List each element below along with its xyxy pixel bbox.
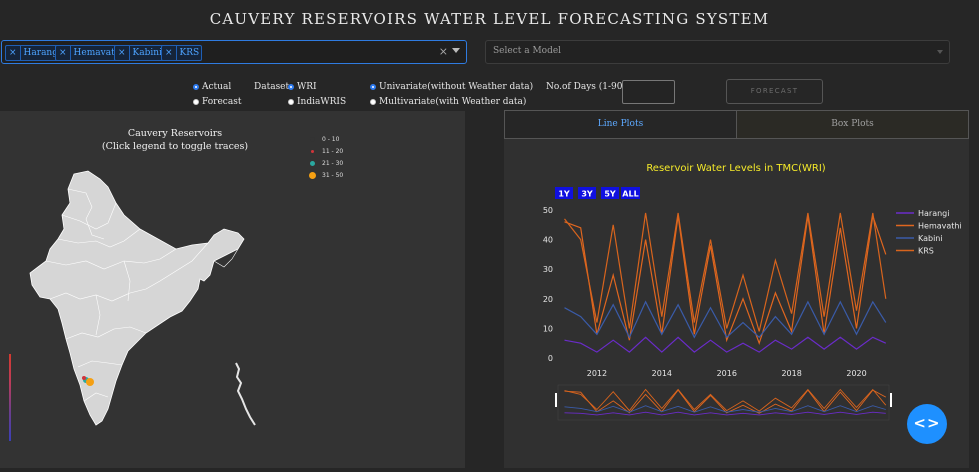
remove-chip-icon[interactable]: × (162, 46, 177, 60)
radio-wri-dot[interactable] (288, 84, 294, 90)
slider-series-harangi (564, 411, 886, 416)
water-level-chart[interactable]: Reservoir Water Levels in TMC(WRI) 1Y 3Y 5… (504, 139, 969, 468)
y-tick-label: 50 (543, 206, 553, 215)
range-button-label: 1Y (558, 190, 570, 199)
days-label: No.of Days (1-90): (546, 82, 630, 92)
radio-multivariate[interactable]: Multivariate(with Weather data) (370, 97, 526, 107)
india-outline (29, 170, 245, 426)
x-tick-label: 2016 (717, 369, 737, 378)
india-map[interactable] (0, 111, 465, 468)
map-panel: Cauvery Reservoirs (Click legend to togg… (0, 111, 465, 468)
range-slider-handle-right[interactable] (890, 393, 892, 407)
range-button-label: 3Y (581, 190, 593, 199)
tab-line-plots[interactable]: Line Plots (504, 110, 737, 139)
y-tick-label: 40 (543, 236, 553, 245)
radio-univariate-label: Univariate(without Weather data) (379, 82, 534, 92)
series-line-hemavathi (564, 215, 887, 346)
series-line-harangi (564, 336, 887, 353)
model-placeholder: Select a Model (493, 46, 562, 56)
range-slider-handle-left[interactable] (555, 393, 557, 407)
radio-wri[interactable]: WRI (288, 82, 317, 92)
legend-label-harangi[interactable]: Harangi (918, 209, 949, 218)
radio-multivariate-dot[interactable] (370, 99, 376, 105)
radio-univariate-dot[interactable] (370, 84, 376, 90)
radio-actual-label: Actual (202, 82, 232, 92)
reservoir-multiselect[interactable]: × Harangi × Hemavathi × Kabini × KRS × (1, 40, 467, 64)
y-tick-label: 0 (548, 354, 553, 363)
legend-label-krs[interactable]: KRS (918, 247, 934, 256)
remove-chip-icon[interactable]: × (115, 46, 130, 60)
y-tick-label: 10 (543, 324, 553, 333)
radio-univariate[interactable]: Univariate(without Weather data) (370, 82, 533, 92)
app-title: CAUVERY RESERVOIRS WATER LEVEL FORECASTI… (209, 10, 770, 28)
range-button-label: ALL (622, 190, 638, 199)
model-select[interactable]: Select a Model (485, 40, 950, 64)
x-tick-label: 2020 (846, 369, 866, 378)
slider-series-hemavathi (564, 389, 887, 414)
dataset-label: Dataset: (254, 82, 293, 92)
chevron-down-icon[interactable] (937, 50, 943, 54)
series-line-krs (564, 212, 887, 332)
remove-chip-icon[interactable]: × (56, 46, 71, 60)
radio-forecast[interactable]: Forecast (193, 97, 241, 107)
forecast-button[interactable]: FORECAST (726, 79, 823, 104)
plot-tabs: Line Plots Box Plots (504, 110, 969, 139)
chip-kabini[interactable]: × Kabini (114, 45, 165, 61)
radio-forecast-label: Forecast (202, 97, 242, 107)
clear-all-icon[interactable]: × (439, 45, 448, 58)
slider-series-krs (564, 388, 887, 412)
reservoir-marker-krs[interactable] (86, 378, 94, 386)
legend-label-kabini[interactable]: Kabini (918, 234, 943, 243)
color-scale-bar (9, 354, 11, 441)
chart-title: Reservoir Water Levels in TMC(WRI) (646, 163, 825, 174)
chip-krs[interactable]: × KRS (161, 45, 203, 61)
radio-indiawris-label: IndiaWRIS (297, 97, 347, 107)
radio-multivariate-label: Multivariate(with Weather data) (379, 97, 527, 107)
remove-chip-icon[interactable]: × (6, 46, 21, 60)
radio-forecast-dot[interactable] (193, 99, 199, 105)
radio-actual-dot[interactable] (193, 84, 199, 90)
reservoir-marker-harangi[interactable] (82, 376, 86, 380)
radio-wri-label: WRI (297, 82, 317, 92)
andaman-islands (235, 362, 256, 426)
days-input[interactable] (622, 80, 675, 104)
radio-actual[interactable]: Actual (193, 82, 231, 92)
radio-indiawris[interactable]: IndiaWRIS (288, 97, 346, 107)
y-tick-label: 20 (543, 295, 553, 304)
chip-label: KRS (179, 48, 200, 58)
legend-label-hemavathi[interactable]: Hemavathi (918, 222, 962, 231)
code-toggle-button[interactable]: <> (907, 404, 947, 444)
x-tick-label: 2014 (652, 369, 672, 378)
x-tick-label: 2018 (781, 369, 801, 378)
radio-indiawris-dot[interactable] (288, 99, 294, 105)
y-tick-label: 30 (543, 265, 553, 274)
range-button-label: 5Y (604, 190, 616, 199)
chevron-down-icon[interactable] (452, 48, 460, 53)
chip-label: Kabini (132, 48, 162, 58)
x-tick-label: 2012 (587, 369, 607, 378)
tab-box-plots[interactable]: Box Plots (736, 110, 969, 139)
line-plot-panel: Reservoir Water Levels in TMC(WRI) 1Y 3Y 5… (504, 139, 969, 468)
